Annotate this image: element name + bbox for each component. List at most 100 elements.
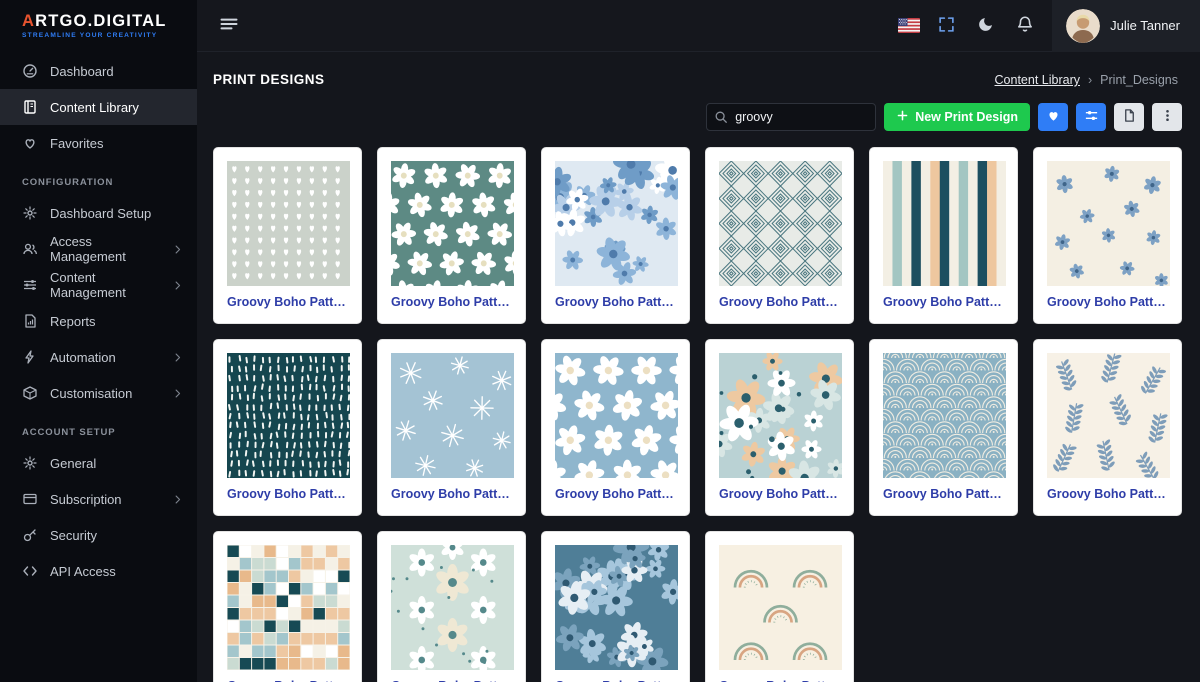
sidebar-item-label: Security xyxy=(50,527,97,543)
hamburger-menu-button[interactable] xyxy=(215,10,243,41)
card-title[interactable]: Groovy Boho Patter… xyxy=(391,295,512,309)
kebab-menu-icon xyxy=(1160,108,1175,126)
page-head: PRINT DESIGNS Content Library › Print_De… xyxy=(197,52,1200,87)
sidebar-item-automation[interactable]: Automation xyxy=(0,339,197,375)
export-button[interactable] xyxy=(1114,103,1144,131)
breadcrumb-separator: › xyxy=(1088,73,1093,87)
sidebar-item-content-management[interactable]: Content Management xyxy=(0,267,197,303)
pattern-thumbnail-white-starbursts-on-blue xyxy=(391,353,514,478)
page-title: PRINT DESIGNS xyxy=(213,72,325,87)
print-design-card[interactable]: Groovy Boho Patter… xyxy=(705,339,854,516)
moon-icon xyxy=(977,16,994,36)
breadcrumb-current: Print_Designs xyxy=(1100,73,1178,87)
sidebar-item-dashboard[interactable]: Dashboard xyxy=(0,53,197,89)
new-print-design-label: New Print Design xyxy=(915,110,1018,124)
card-title[interactable]: Groovy Boho Patter… xyxy=(719,295,840,309)
print-design-card[interactable]: Groovy Boho Patter… xyxy=(213,531,362,682)
dark-mode-button[interactable] xyxy=(973,12,998,40)
sidebar-nav: Dashboard Content Library Favorites CONF… xyxy=(0,53,197,589)
sidebar-item-label: Content Management xyxy=(50,270,126,300)
main-content: PRINT DESIGNS Content Library › Print_De… xyxy=(197,52,1200,682)
filter-button[interactable] xyxy=(1076,103,1106,131)
search-box xyxy=(706,103,877,131)
card-title[interactable]: Groovy Boho Patter… xyxy=(555,487,676,501)
sidebar-item-dashboard-setup[interactable]: Dashboard Setup xyxy=(0,195,197,231)
bell-icon xyxy=(1016,15,1034,36)
breadcrumb-link[interactable]: Content Library xyxy=(995,73,1080,87)
card-title[interactable]: Groovy Boho Patter… xyxy=(227,487,348,501)
sidebar-item-label: Favorites xyxy=(50,135,104,151)
fullscreen-button[interactable] xyxy=(934,12,959,40)
sidebar-item-label: Customisation xyxy=(50,385,133,401)
print-design-card[interactable]: Groovy Boho Patter… xyxy=(705,531,854,682)
report-icon xyxy=(22,313,38,329)
card-title[interactable]: Groovy Boho Patter… xyxy=(883,295,1004,309)
sidebar-item-access-management[interactable]: Access Management xyxy=(0,231,197,267)
pattern-thumbnail-white-daisies-on-teal xyxy=(391,161,514,286)
chevron-right-icon xyxy=(172,494,183,505)
sidebar-section-title: ACCOUNT SETUP xyxy=(22,427,116,438)
brand-logo: ARTGO.DIGITAL xyxy=(22,12,167,30)
print-design-card[interactable]: Groovy Boho Patter… xyxy=(705,147,854,324)
sidebar-item-subscription[interactable]: Subscription xyxy=(0,481,197,517)
sidebar-item-reports[interactable]: Reports xyxy=(0,303,197,339)
print-design-card[interactable]: Groovy Boho Patter… xyxy=(869,339,1018,516)
more-options-button[interactable] xyxy=(1152,103,1182,131)
sidebar-item-label: Content Library xyxy=(50,99,139,115)
toolbar: New Print Design xyxy=(197,103,1200,131)
print-design-card[interactable]: Groovy Boho Patter… xyxy=(377,531,526,682)
pattern-thumbnail-blue-leaf-sprigs-on-cream xyxy=(1047,353,1170,478)
brand[interactable]: ARTGO.DIGITAL STREAMLINE YOUR CREATIVITY xyxy=(0,0,197,43)
topbar: Julie Tanner xyxy=(197,0,1200,52)
search-input[interactable] xyxy=(706,103,877,131)
print-design-card[interactable]: Groovy Boho Patter… xyxy=(869,147,1018,324)
users-icon xyxy=(22,241,38,257)
print-design-card[interactable]: Groovy Boho Patter… xyxy=(213,339,362,516)
pattern-thumbnail-white-dashes-on-dark-teal xyxy=(227,353,350,478)
print-design-card[interactable]: Groovy Boho Patter… xyxy=(541,531,690,682)
sidebar-item-content-library[interactable]: Content Library xyxy=(0,89,197,125)
print-designs-grid: Groovy Boho Patter… Groovy Boho Patter… … xyxy=(197,131,1200,682)
box-icon xyxy=(22,385,38,401)
pattern-thumbnail-dense-blue-floral xyxy=(555,545,678,670)
sidebar-section-title: CONFIGURATION xyxy=(22,177,114,188)
card-title[interactable]: Groovy Boho Patter… xyxy=(391,487,512,501)
sidebar-item-label: General xyxy=(50,455,97,471)
pattern-thumbnail-geometric-diamonds xyxy=(719,161,842,286)
sidebar-item-customisation[interactable]: Customisation xyxy=(0,375,197,411)
sidebar-item-label: Subscription xyxy=(50,491,122,507)
print-design-card[interactable]: Groovy Boho Patter… xyxy=(1033,339,1182,516)
pattern-thumbnail-peach-teal-floral-mix xyxy=(719,353,842,478)
heart-icon xyxy=(22,135,38,151)
heart-icon xyxy=(1046,108,1061,126)
print-design-card[interactable]: Groovy Boho Patter… xyxy=(377,339,526,516)
sidebar-item-favorites[interactable]: Favorites xyxy=(0,125,197,161)
sidebar: ARTGO.DIGITAL STREAMLINE YOUR CREATIVITY… xyxy=(0,0,197,682)
card-title[interactable]: Groovy Boho Patter… xyxy=(883,487,1004,501)
dashboard-icon xyxy=(22,63,38,79)
print-design-card[interactable]: Groovy Boho Patter… xyxy=(541,339,690,516)
card-title[interactable]: Groovy Boho Patter… xyxy=(719,487,840,501)
card-title[interactable]: Groovy Boho Patter… xyxy=(555,295,676,309)
print-design-card[interactable]: Groovy Boho Patter… xyxy=(213,147,362,324)
us-flag-icon[interactable] xyxy=(898,18,921,33)
sidebar-item-api-access[interactable]: API Access xyxy=(0,553,197,589)
card-title[interactable]: Groovy Boho Patter… xyxy=(1047,487,1168,501)
sidebar-item-label: Dashboard xyxy=(50,63,114,79)
new-print-design-button[interactable]: New Print Design xyxy=(884,103,1030,131)
pattern-thumbnail-scallop-fans-on-blue xyxy=(883,353,1006,478)
pattern-thumbnail-checkered-mosaic xyxy=(227,545,350,670)
brand-tagline: STREAMLINE YOUR CREATIVITY xyxy=(22,32,158,39)
print-design-card[interactable]: Groovy Boho Patter… xyxy=(541,147,690,324)
sidebar-item-general[interactable]: General xyxy=(0,445,197,481)
print-design-card[interactable]: Groovy Boho Patter… xyxy=(377,147,526,324)
sidebar-item-security[interactable]: Security xyxy=(0,517,197,553)
sidebar-item-label: Access Management xyxy=(50,234,126,264)
user-menu[interactable]: Julie Tanner xyxy=(1052,0,1200,52)
favorites-filter-button[interactable] xyxy=(1038,103,1068,131)
print-design-card[interactable]: Groovy Boho Patter… xyxy=(1033,147,1182,324)
notifications-button[interactable] xyxy=(1012,11,1038,40)
sidebar-item-label: API Access xyxy=(50,563,116,579)
card-title[interactable]: Groovy Boho Patter… xyxy=(227,295,348,309)
card-title[interactable]: Groovy Boho Patter… xyxy=(1047,295,1168,309)
